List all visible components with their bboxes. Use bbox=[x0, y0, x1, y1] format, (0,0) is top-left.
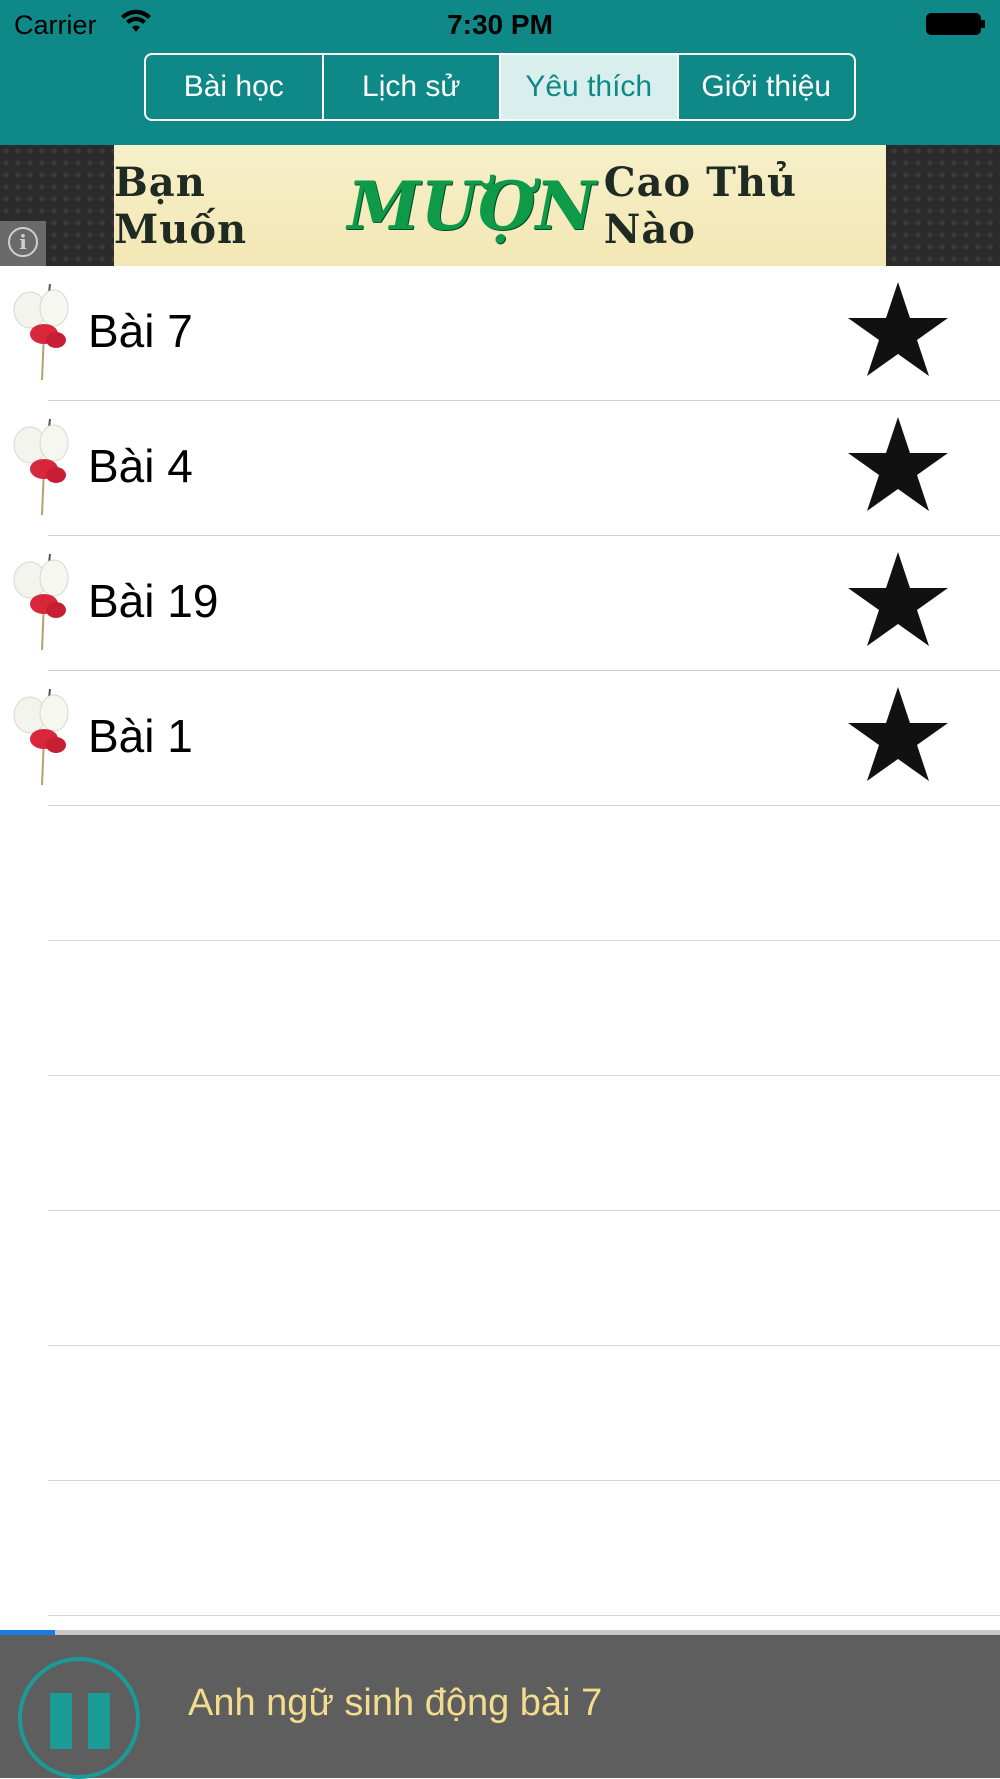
ad-text-part1: Bạn Muốn bbox=[114, 158, 248, 253]
pause-button[interactable] bbox=[18, 1657, 140, 1779]
tab-gioi-thieu[interactable]: Giới thiệu bbox=[679, 55, 855, 119]
favorites-list: Bài 7 Bài 4 Bài 19 Bài 1 bbox=[0, 266, 1000, 1616]
star-icon[interactable] bbox=[846, 685, 950, 783]
row-divider bbox=[48, 1615, 1000, 1616]
flower-icon bbox=[13, 553, 69, 651]
empty-row bbox=[0, 1076, 1000, 1211]
empty-row bbox=[0, 941, 1000, 1076]
tab-lich-su[interactable]: Lịch sử bbox=[324, 55, 501, 119]
favorite-label: Bài 4 bbox=[88, 440, 193, 492]
ad-banner[interactable]: Bạn Muốn MƯỢN Cao Thủ Nào bbox=[114, 145, 886, 266]
pause-icon-bar-left bbox=[50, 1693, 72, 1749]
ad-bar: i Bạn Muốn MƯỢN Cao Thủ Nào bbox=[0, 145, 1000, 266]
star-icon[interactable] bbox=[846, 550, 950, 648]
ad-text-part2: MƯỢN bbox=[347, 166, 596, 245]
player-bar: Anh ngữ sinh động bài 7 bbox=[0, 1635, 1000, 1779]
empty-row bbox=[0, 1481, 1000, 1616]
header: Carrier 7:30 PM Bài học Lịch sử Yêu thíc… bbox=[0, 0, 1000, 145]
flower-icon bbox=[13, 688, 69, 786]
list-item[interactable]: Bài 1 bbox=[0, 671, 1000, 806]
info-icon[interactable]: i bbox=[8, 227, 38, 257]
tab-bai-hoc[interactable]: Bài học bbox=[146, 55, 324, 119]
now-playing-title: Anh ngữ sinh động bài 7 bbox=[188, 1682, 603, 1724]
empty-row bbox=[0, 806, 1000, 941]
list-item[interactable]: Bài 19 bbox=[0, 536, 1000, 671]
star-icon[interactable] bbox=[846, 280, 950, 378]
pause-icon-bar-right bbox=[88, 1693, 110, 1749]
segmented-tabs: Bài học Lịch sử Yêu thích Giới thiệu bbox=[144, 53, 856, 121]
flower-icon bbox=[13, 418, 69, 516]
battery-icon bbox=[926, 13, 985, 35]
favorite-label: Bài 1 bbox=[88, 710, 193, 762]
ad-text-part3: Cao Thủ Nào bbox=[603, 158, 798, 253]
favorite-label: Bài 7 bbox=[88, 305, 193, 357]
tab-yeu-thich[interactable]: Yêu thích bbox=[501, 55, 679, 119]
status-time: 7:30 PM bbox=[447, 9, 553, 40]
list-item[interactable]: Bài 4 bbox=[0, 401, 1000, 536]
star-icon[interactable] bbox=[846, 415, 950, 513]
empty-row bbox=[0, 1211, 1000, 1346]
favorite-label: Bài 19 bbox=[88, 575, 219, 627]
status-bar: Carrier 7:30 PM bbox=[0, 0, 1000, 50]
empty-row bbox=[0, 1346, 1000, 1481]
flower-icon bbox=[13, 283, 69, 381]
list-item[interactable]: Bài 7 bbox=[0, 266, 1000, 401]
